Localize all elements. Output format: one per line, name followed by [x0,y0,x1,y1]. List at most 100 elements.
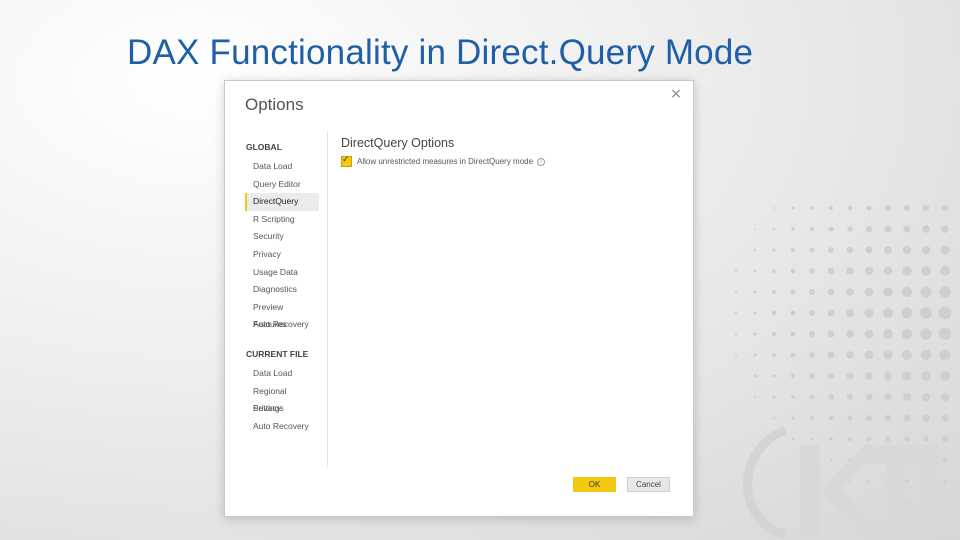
nav-item-r-scripting[interactable]: R Scripting [245,211,319,229]
decorative-dot [902,350,912,360]
decorative-dot [753,269,757,273]
decorative-dot [883,371,893,381]
decorative-dot [938,327,952,341]
nav-item-file-auto-recovery[interactable]: Auto Recovery [245,418,319,436]
decorative-dot [790,352,796,358]
decorative-dot [772,290,776,294]
decorative-dot [884,246,892,254]
directquery-options-panel: DirectQuery Options ✓ Allow unrestricted… [341,136,546,167]
decorative-dot [865,267,873,275]
decorative-dot [809,373,815,379]
nav-heading-current-file: CURRENT FILE [246,348,309,359]
decorative-dot [901,286,913,298]
decorative-dot [866,205,872,211]
decorative-dot [734,311,738,315]
decorative-dot [939,286,951,298]
dialog-title: Options [245,95,304,114]
decorative-dot [772,374,776,378]
decorative-dot [790,268,796,274]
decorative-dot [920,286,932,298]
decorative-dot [790,331,796,337]
decorative-dot [810,206,814,210]
decorative-dot [771,310,777,316]
checkbox-label: Allow unrestricted measures in DirectQue… [357,157,534,166]
decorative-dot [734,290,738,294]
decorative-dot [921,245,931,255]
decorative-dot [827,351,835,359]
decorative-dot [827,372,835,380]
decorative-dot [772,269,776,273]
decorative-dot [902,245,912,255]
decorative-dot [865,372,873,380]
decorative-dot [903,225,911,233]
decorative-dot [791,395,795,399]
decorative-dot [753,311,757,315]
decorative-dot [772,395,776,399]
decorative-dot [920,328,932,340]
decorative-dot [864,350,874,360]
ktl-logo-watermark [743,425,960,540]
decorative-dot [864,287,874,297]
nav-item-usage-data[interactable]: Usage Data [245,264,319,282]
decorative-dot [773,207,775,209]
decorative-dot [902,371,912,381]
cancel-button[interactable]: Cancel [627,477,670,492]
decorative-dot [922,204,930,212]
nav-item-privacy[interactable]: Privacy [245,246,319,264]
decorative-dot [883,287,893,297]
decorative-dot [753,374,757,378]
ok-button[interactable]: OK [573,477,616,492]
nav-item-security[interactable]: Security [245,228,319,246]
decorative-dot [828,394,834,400]
close-icon[interactable]: × [667,85,685,103]
nav-item-diagnostics[interactable]: Diagnostics [245,281,319,299]
decorative-dot [884,393,892,401]
decorative-dot [753,395,757,399]
nav-item-file-data-load[interactable]: Data Load [245,365,319,383]
nav-item-preview-features[interactable]: Preview Features [245,299,319,330]
decorative-dot [790,373,796,379]
unrestricted-measures-checkbox[interactable]: ✓ [341,155,352,167]
decorative-dot [772,353,776,357]
decorative-dot [901,307,913,319]
decorative-dot [828,226,834,232]
decorative-dot [847,226,853,232]
decorative-dot [753,290,757,294]
nav-item-regional-settings[interactable]: Regional Settings [245,383,319,414]
decorative-dot [753,353,757,357]
decorative-dot [754,417,756,419]
decorative-dot [921,266,931,276]
decorative-dot [901,328,913,340]
nav-item-query-editor[interactable]: Query Editor [245,176,319,194]
decorative-dot [827,288,835,296]
decorative-dot [809,394,815,400]
decorative-dot [809,226,815,232]
nav-item-directquery[interactable]: DirectQuery [245,193,319,211]
decorative-dot [864,308,874,318]
decorative-dot [903,393,911,401]
decorative-dot [864,329,874,339]
decorative-dot [920,307,932,319]
nav-item-auto-recovery[interactable]: Auto Recovery [245,316,319,334]
decorative-dot [790,310,796,316]
decorative-dot [809,352,815,358]
decorative-dot [828,247,834,253]
decorative-dot [846,309,854,317]
decorative-dot [809,310,815,316]
decorative-dot [938,306,952,320]
decorative-dot [791,206,795,210]
decorative-dot [846,246,854,254]
decorative-dot [809,289,815,295]
decorative-dot [883,266,893,276]
info-icon[interactable]: i [537,157,546,166]
decorative-dot [940,245,950,255]
decorative-dot [883,329,893,339]
content-title: DirectQuery Options [341,136,455,150]
decorative-dot [809,268,815,274]
options-nav: GLOBAL Data Load Query Editor DirectQuer… [245,136,325,435]
decorative-dot [827,330,835,338]
nav-item-data-load[interactable]: Data Load [245,158,319,176]
decorative-dot [885,205,891,211]
decorative-dot [846,288,854,296]
decorative-dot [904,205,910,211]
